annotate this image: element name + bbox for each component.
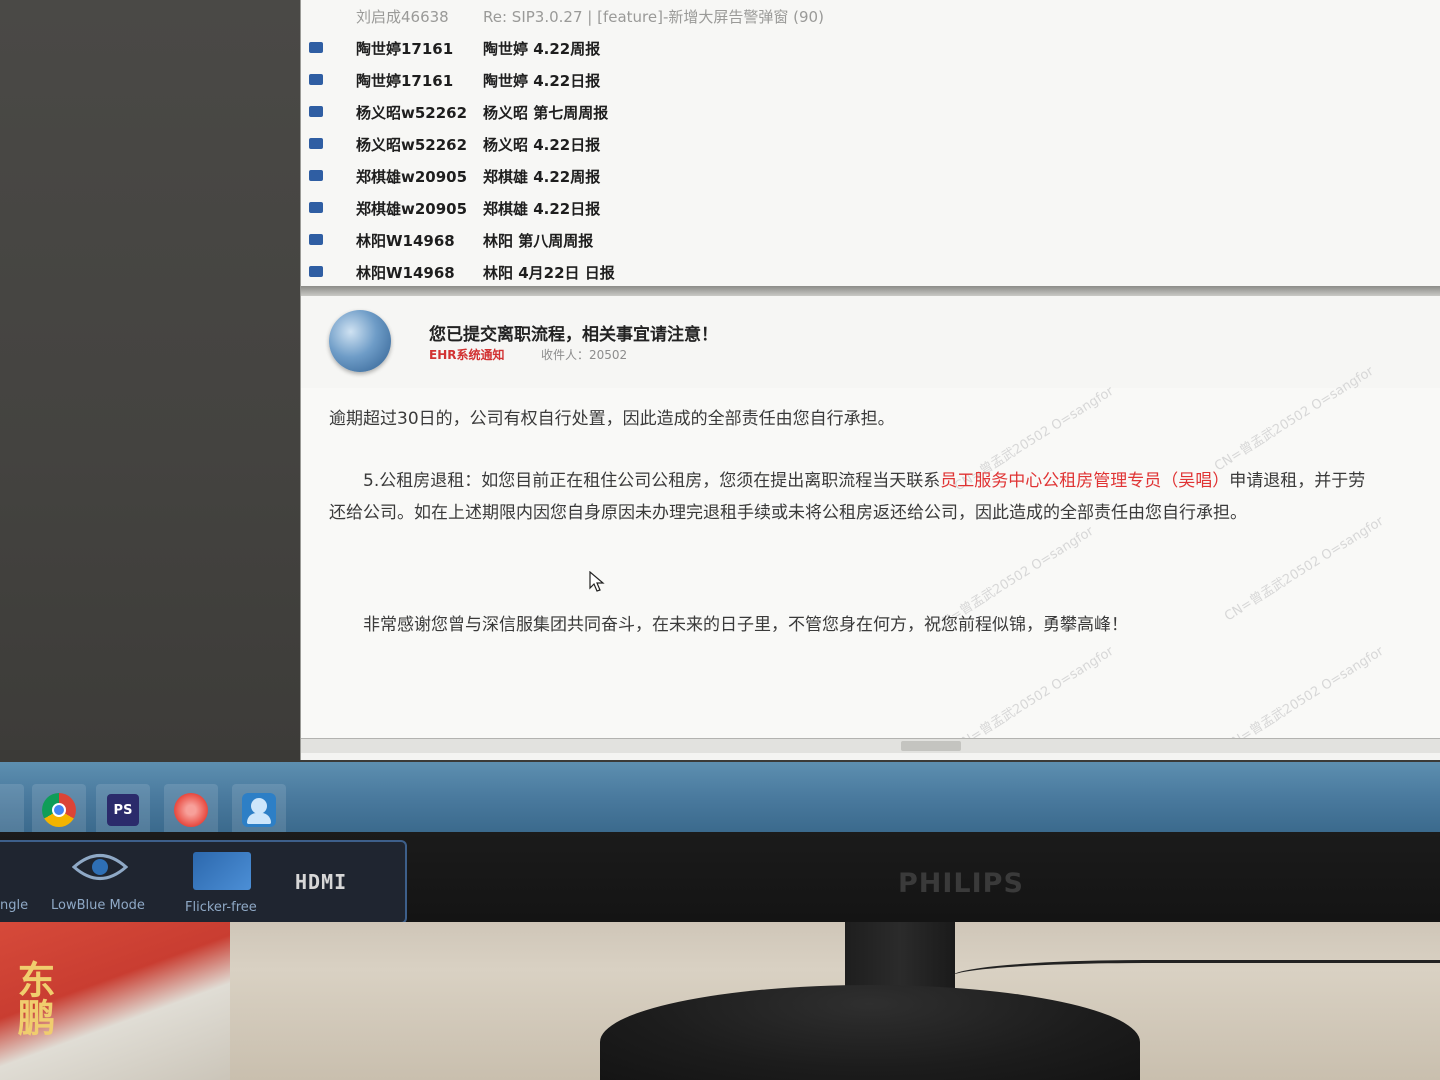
body-text: 申请退租，并于劳 (1229, 471, 1366, 491)
pane-divider[interactable] (301, 286, 1440, 296)
scrollbar-thumb[interactable] (901, 741, 961, 751)
photoshop-icon: PS (107, 794, 139, 826)
mail-sender: 郑棋雄w20905 (356, 167, 468, 186)
mail-sender: 林阳W14968 (356, 231, 455, 250)
mail-subject: 陶世婷 4.22周报 (483, 39, 601, 58)
envelope-icon (309, 74, 323, 85)
mail-subject: 郑棋雄 4.22日报 (483, 199, 601, 218)
message-header: 您已提交离职流程，相关事宜请注意！ EHR系统通知 收件人：20502 (301, 296, 1440, 389)
taskbar-people-app[interactable] (232, 784, 286, 836)
mail-sender: 陶世婷17161 (356, 71, 454, 90)
mail-row[interactable]: 刘启成46638 Re: SIP3.0.27 | [feature]-新增大屏告警… (301, 0, 1440, 32)
mail-row[interactable]: 陶世婷17161 陶世婷 4.22周报 (301, 32, 1440, 64)
monitor-osd-menu: ngle LowBlue Mode Flicker-free HDMI (0, 840, 407, 924)
watermark: CN=曾孟武20502 O=sangfor (1222, 513, 1387, 625)
taskbar-item[interactable] (0, 784, 24, 836)
envelope-icon (309, 170, 323, 181)
horizontal-scrollbar[interactable] (301, 738, 1440, 753)
mail-sender: 杨义昭w52262 (356, 103, 468, 122)
envelope-icon (309, 138, 323, 149)
highlight-text: 员工服务中心公租房管理专员（吴唱） (940, 471, 1230, 491)
mail-subject: Re: SIP3.0.27 | [feature]-新增大屏告警弹窗 (90) (483, 7, 824, 26)
taskbar-swirl-app[interactable] (164, 784, 218, 836)
mail-sender: 陶世婷17161 (356, 39, 454, 58)
osd-label-lowblue: LowBlue Mode (51, 898, 145, 913)
eye-icon (71, 850, 129, 884)
taskbar: PS (0, 762, 1440, 836)
mail-row[interactable]: 陶世婷17161 陶世婷 4.22日报 (301, 64, 1440, 96)
mail-sender: 刘启成46638 (356, 7, 449, 26)
message-from[interactable]: EHR系统通知 (429, 346, 504, 363)
mail-sender: 郑棋雄w20905 (356, 199, 468, 218)
mail-subject: 杨义昭 4.22日报 (483, 135, 601, 154)
mouse-cursor-icon (589, 570, 605, 597)
body-paragraph: 非常感谢您曾与深信服集团共同奋斗，在未来的日子里，不管您身在何方，祝您前程似锦，… (363, 615, 1128, 635)
message-recipient: 收件人：20502 (541, 348, 628, 362)
left-panel (0, 0, 300, 750)
envelope-icon (309, 266, 323, 277)
cable (950, 960, 1440, 1003)
mail-subject: 杨义昭 第七周周报 (483, 103, 609, 122)
envelope-icon (309, 202, 323, 213)
mail-subject: 林阳 4月22日 日报 (483, 263, 615, 282)
mail-sender: 杨义昭w52262 (356, 135, 468, 154)
mail-row[interactable]: 林阳W14968 林阳 第八周周报 (301, 224, 1440, 256)
chrome-icon (42, 793, 76, 827)
message-subject: 您已提交离职流程，相关事宜请注意！ (429, 325, 718, 345)
mail-subject: 林阳 第八周周报 (483, 231, 594, 250)
mail-row[interactable]: 郑棋雄w20905 郑棋雄 4.22日报 (301, 192, 1440, 224)
mail-row[interactable]: 郑棋雄w20905 郑棋雄 4.22周报 (301, 160, 1440, 192)
envelope-icon (309, 106, 323, 117)
mail-subject: 郑棋雄 4.22周报 (483, 167, 601, 186)
message-body: CN=曾孟武20502 O=sangfor CN=曾孟武20502 O=sang… (301, 364, 1440, 754)
osd-label: ngle (0, 898, 29, 913)
envelope-icon (309, 234, 323, 245)
mail-row[interactable]: 林阳W14968 林阳 4月22日 日报 (301, 256, 1440, 288)
flicker-free-icon (193, 852, 251, 890)
body-paragraph: 5.公租房退租：如您目前正在租住公司公租房，您须在提出离职流程当天联系员工服务中… (363, 466, 1365, 491)
globe-icon (329, 310, 391, 372)
mail-subject: 陶世婷 4.22日报 (483, 71, 601, 90)
body-text: 5.公租房退租：如您目前正在租住公司公租房，您须在提出离职流程当天联系 (363, 471, 941, 491)
brand-logo: PHILIPS (898, 868, 1024, 899)
body-paragraph: 逾期超过30日的，公司有权自行处置，因此造成的全部责任由您自行承担。 (329, 409, 895, 429)
taskbar-photoshop[interactable]: PS (96, 784, 150, 836)
taskbar-chrome[interactable] (32, 784, 86, 836)
people-app-icon (242, 793, 276, 827)
body-paragraph: 还给公司。如在上述期限内因您自身原因未办理完退租手续或未将公租房返还给公司，因此… (329, 503, 1247, 523)
envelope-icon (309, 42, 323, 53)
mail-sender: 林阳W14968 (356, 263, 455, 282)
hdmi-logo: HDMI (295, 870, 348, 894)
mail-list: 刘启成46638 Re: SIP3.0.27 | [feature]-新增大屏告警… (301, 0, 1440, 290)
mail-row[interactable]: 杨义昭w52262 杨义昭 第七周周报 (301, 96, 1440, 128)
drink-box-label: 东鹏 (11, 960, 55, 1036)
osd-label-flicker: Flicker-free (185, 900, 257, 915)
swirl-app-icon (174, 793, 208, 827)
mail-row[interactable]: 杨义昭w52262 杨义昭 4.22日报 (301, 128, 1440, 160)
mail-window: 刘启成46638 Re: SIP3.0.27 | [feature]-新增大屏告警… (300, 0, 1440, 760)
